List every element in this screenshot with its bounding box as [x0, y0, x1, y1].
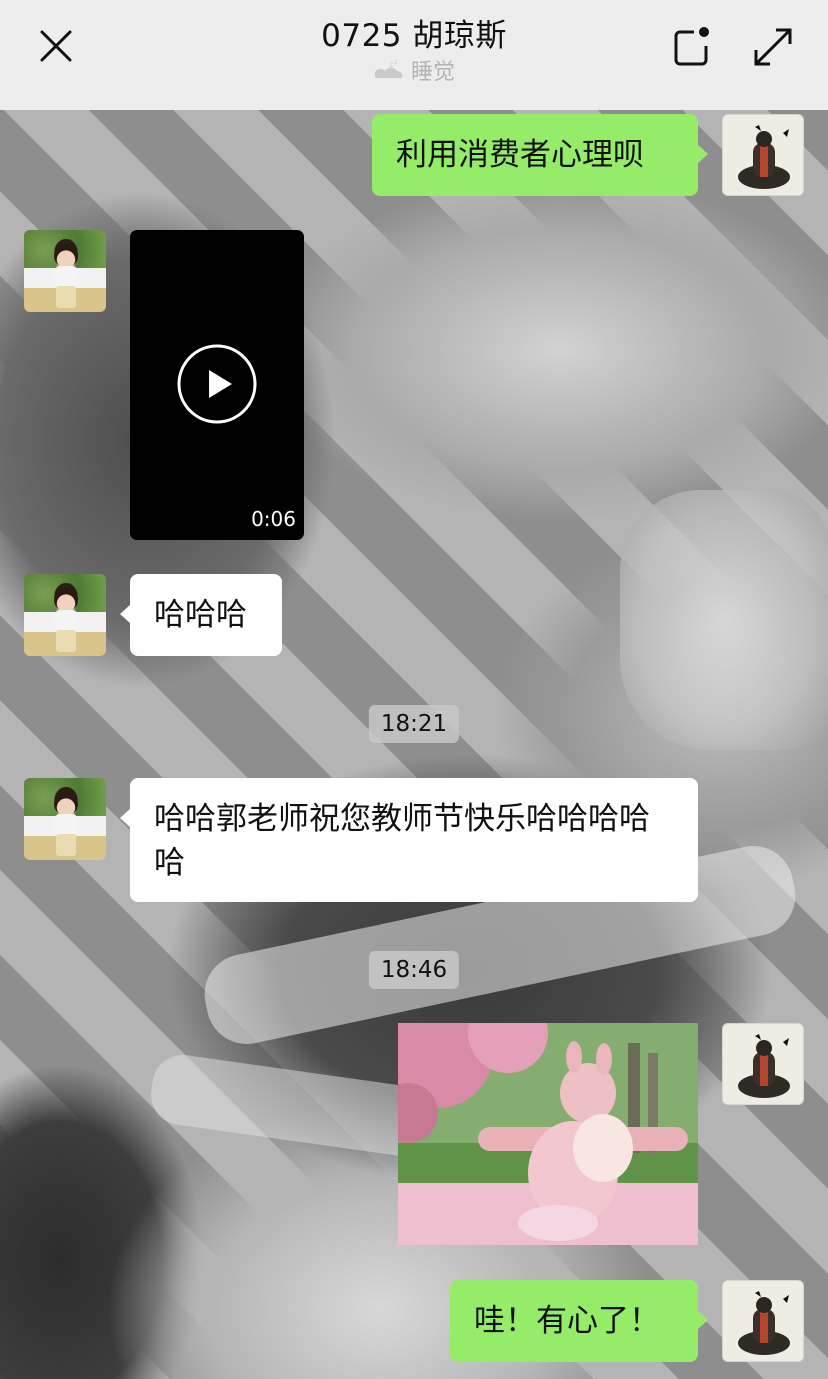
svg-text:z: z — [394, 59, 397, 66]
my-avatar[interactable] — [722, 1023, 804, 1105]
monk-avatar-icon — [738, 125, 790, 189]
my-avatar[interactable] — [722, 1280, 804, 1362]
outgoing-message-bubble[interactable]: 利用消费者心理呗 — [372, 114, 708, 196]
message-text: 哇！有心了！ — [474, 1303, 660, 1339]
chat-header: 0725 胡琼斯 z z 睡觉 — [0, 0, 828, 110]
expand-icon — [754, 28, 792, 66]
my-avatar[interactable] — [722, 114, 804, 196]
outgoing-message-bubble[interactable]: 哇！有心了！ — [450, 1280, 708, 1362]
monk-avatar-icon — [738, 1034, 790, 1098]
message-text: 利用消费者心理呗 — [396, 137, 644, 173]
status-text: 睡觉 — [410, 60, 455, 85]
svg-text:z: z — [389, 60, 393, 69]
video-message[interactable]: 0:06 — [130, 230, 304, 540]
sleep-status-icon: z z — [374, 59, 403, 78]
message-text: 哈哈郭老师祝您教师节快乐哈哈哈哈哈 — [154, 801, 650, 881]
expand-button[interactable] — [748, 22, 798, 72]
message-timestamp: 18:46 — [368, 951, 460, 989]
contact-avatar[interactable] — [24, 230, 106, 312]
incoming-message-bubble[interactable]: 哈哈哈 — [120, 574, 282, 656]
sticker-message[interactable] — [398, 1023, 698, 1245]
incoming-message-bubble[interactable]: 哈哈郭老师祝您教师节快乐哈哈哈哈哈 — [120, 778, 698, 902]
contact-avatar[interactable] — [24, 574, 106, 656]
sticker-image — [398, 1023, 698, 1245]
message-text: 哈哈哈 — [154, 597, 247, 633]
message-timestamp: 18:21 — [368, 705, 460, 743]
contact-avatar[interactable] — [24, 778, 106, 860]
video-duration: 0:06 — [251, 507, 296, 531]
monk-avatar-icon — [738, 1291, 790, 1355]
floating-window-icon — [674, 27, 709, 66]
play-icon — [177, 344, 257, 424]
float-window-button[interactable] — [668, 24, 716, 72]
